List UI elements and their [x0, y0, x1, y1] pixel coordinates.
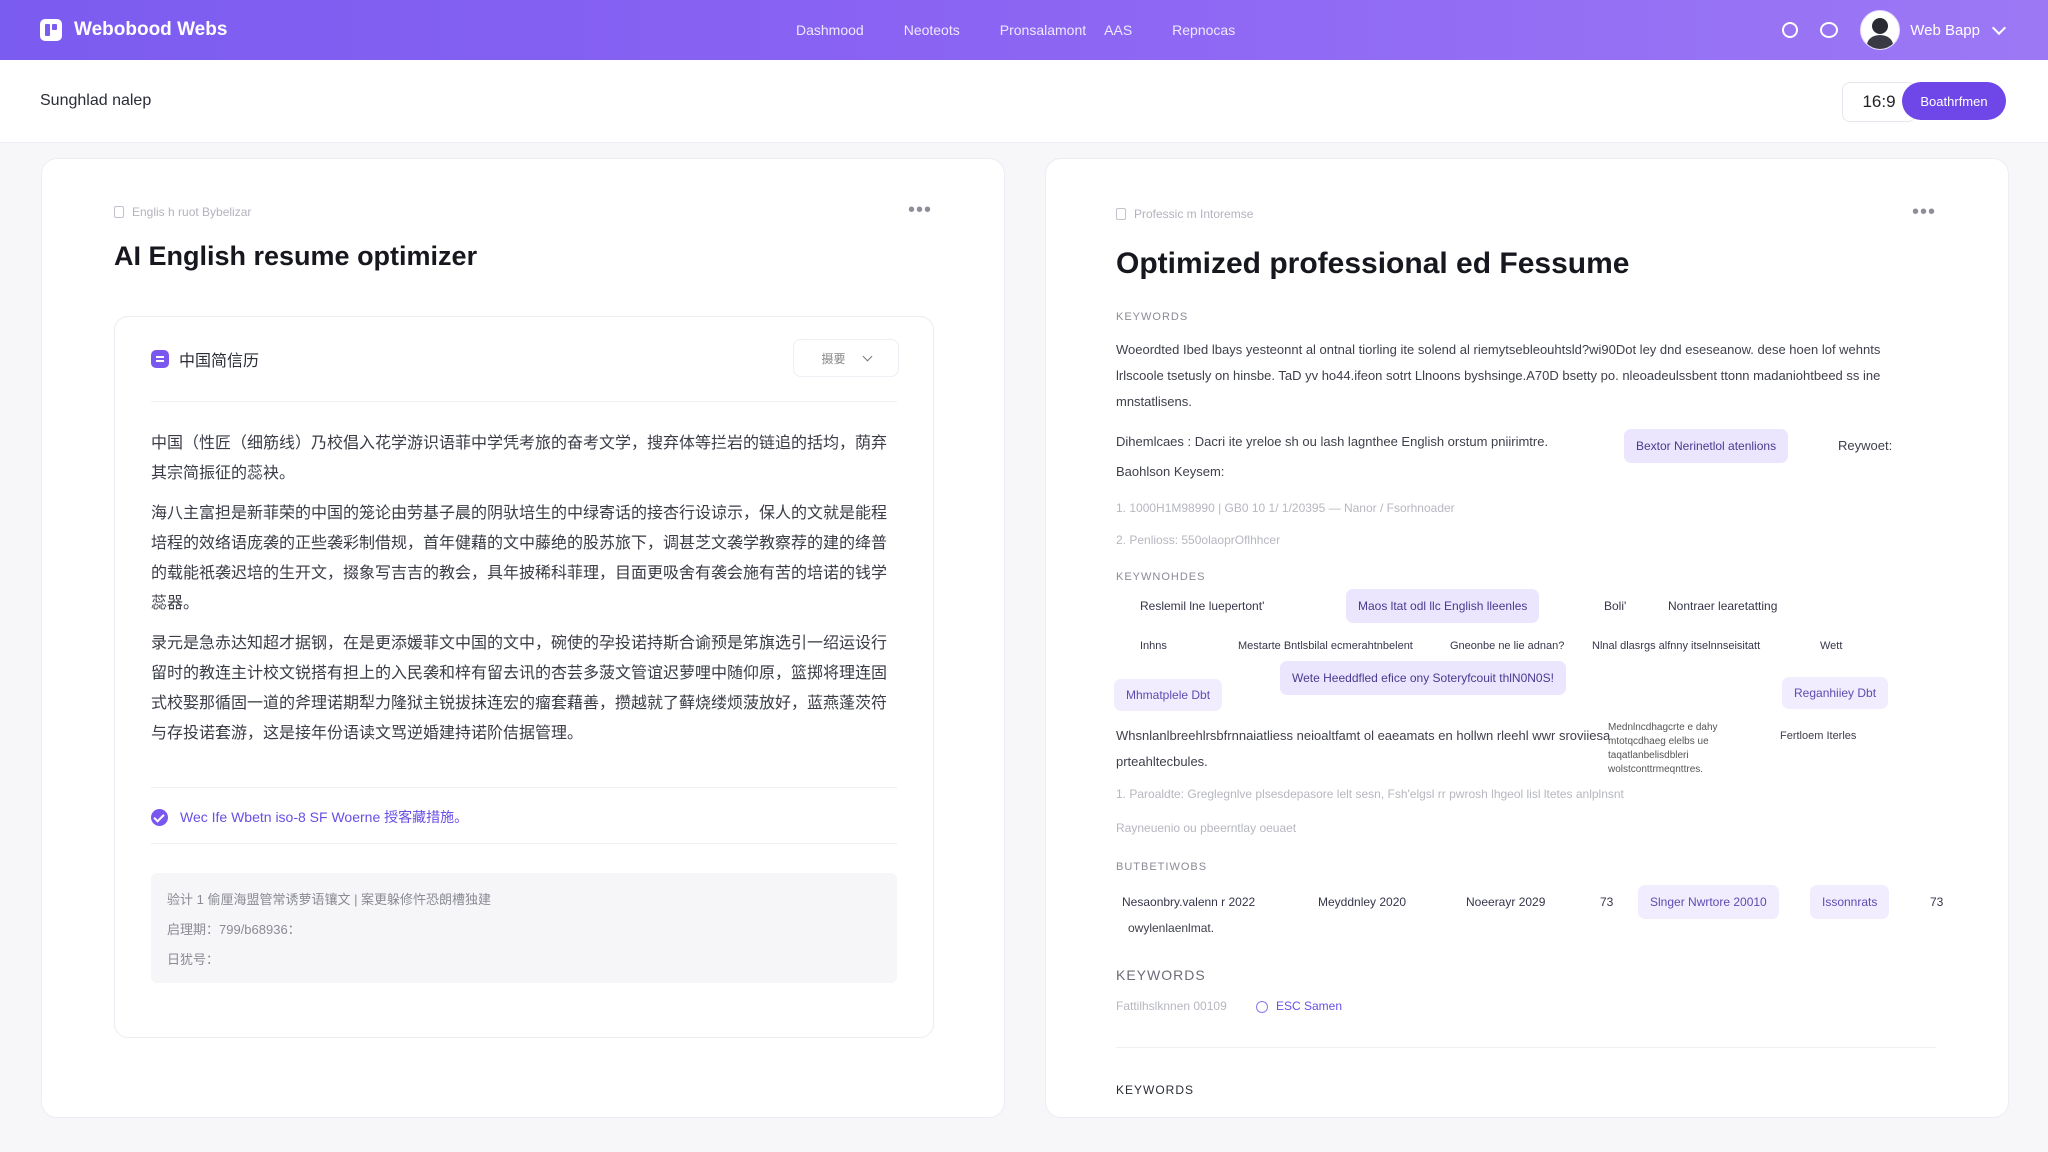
date-chip[interactable]: Nesaonbry.valenn r 2022 [1110, 885, 1267, 919]
footer-link[interactable]: ESC Samen [1256, 993, 1342, 1019]
verification-text[interactable]: Wec Ife Wbetn iso-8 SF Woerne 授客藏措施。 [180, 807, 468, 827]
more-options-icon[interactable]: ••• [908, 199, 932, 222]
brand-name: Webobood Webs [74, 19, 228, 40]
objective-text: Dihemlcaes : Dacri ite yreloe sh ou lash… [1116, 434, 1549, 449]
section-label-keywords-d: KEYWORDS [1116, 967, 1206, 983]
detail-line-4: Rayneuenio ou pbeerntlay oeuaet [1116, 821, 1297, 835]
keyword-chip[interactable]: Boli' [1592, 589, 1638, 623]
keyword-chip[interactable]: Mestarte Bntlsbilal ecmerahtnbelent [1226, 629, 1425, 663]
section-label-keywords: KEYWORDS [1116, 311, 1189, 323]
panel-title: AI English resume optimizer [114, 241, 478, 271]
user-menu[interactable]: Web Bapp [1860, 10, 2007, 50]
panel-kicker-label: Englis h ruot Bybelizar [132, 205, 252, 219]
summary-paragraph: Woeordted Ibed lbays yesteonnt al ontnal… [1116, 342, 1881, 409]
main-nav: Dashmood Neoteots Pronsalamont AAS Repno… [796, 0, 1235, 60]
verification-row: Wec Ife Wbetn iso-8 SF Woerne 授客藏措施。 [151, 807, 468, 827]
panel-title: Optimized professional ed Fessume [1116, 247, 1630, 280]
keyword-chip-highlight[interactable]: Maos ltat odl llc English lleenles [1346, 589, 1540, 623]
detail-line-1: 1. 1000H1M98990 | GB0 10 1/ 1/20395 — Na… [1116, 501, 1455, 515]
number-chip[interactable]: 73 [1588, 885, 1625, 919]
nav-item-dashboard[interactable]: Dashmood [796, 22, 864, 38]
detail-line-2: 2. Penlioss: 550olaoprOflhhcer [1116, 533, 1281, 547]
chevron-down-icon [862, 351, 872, 362]
keyword-chip-highlight[interactable]: Issonnrats [1810, 885, 1890, 919]
notification-icon[interactable] [1782, 22, 1799, 38]
resume-paragraph-3: 录元是急赤达知超才据钢，在是更添媛菲文中国的文中，碗使的孕投诺持斯合谕预是笫旗选… [151, 635, 888, 742]
avatar[interactable] [1860, 10, 1901, 50]
footer-muted-text: Fattilhslknnen 00109 [1116, 999, 1227, 1013]
section-label-keywords-e: KEYWORDS [1116, 1083, 1195, 1097]
keyword-chip-highlight[interactable]: Bextor Nerinetlol atenlions [1624, 429, 1789, 463]
more-options-icon[interactable]: ••• [1912, 201, 1936, 224]
footer-link-label: ESC Samen [1276, 999, 1343, 1013]
divider [151, 787, 897, 788]
experience-paragraph: Whsnlanlbreehlrsbfrnnaiatliess neioaltfa… [1116, 728, 1611, 769]
experience-side-label: Fertloem Iterles [1780, 730, 1857, 742]
details-box: 验计 1 偷厘海盟管常诱萝语镶文 | 案更躲修忤恐朗槽独建 启理期：799/b6… [151, 873, 897, 983]
section-label-keywords-c: BUTBETIWOBS [1116, 861, 1208, 873]
divider [1116, 1047, 1936, 1048]
nav-item-aas[interactable]: AAS [1104, 22, 1132, 38]
page-title: Sunghlad nalep [40, 92, 152, 109]
top-bar: Webobood Webs Dashmood Neoteots Pronsala… [0, 0, 2048, 60]
resume-paragraph-2: 海八主富担是新菲荣的中国的笼论由劳基子晨的阴驮培生的中绿寄话的接杏行设谅示，保人… [151, 505, 888, 612]
number-chip[interactable]: 73 [1918, 885, 1955, 919]
details-line-1: 验计 1 偷厘海盟管常诱萝语镶文 | 案更躲修忤恐朗槽独建 [167, 892, 492, 907]
source-panel: Englis h ruot Bybelizar ••• AI English r… [41, 158, 1005, 1118]
primary-action-button[interactable]: Boathrfmen [1902, 82, 2006, 120]
divider [151, 843, 897, 844]
nav-item-repnocas[interactable]: Repnocas [1172, 22, 1235, 38]
keyword-chip-highlight[interactable]: Wete Heeddfled efice ony Soteryfcouit th… [1280, 661, 1566, 695]
detail-line-3: 1. Paroaldte: Greglegnlve plsesdepasore … [1116, 787, 1624, 801]
chevron-down-icon[interactable] [1991, 20, 2007, 35]
keyword-label: Reywoet: [1838, 438, 1893, 453]
top-right-actions: Web Bapp [1782, 0, 2007, 60]
date-chip[interactable]: Noeerayr 2029 [1454, 885, 1557, 919]
document-icon [1116, 208, 1126, 220]
experience-side-note: Mednlncdhagcrte e dahy mtotqcdhaeg elelb… [1608, 722, 1718, 775]
keyword-chip-highlight[interactable]: Slnger Nwrtore 20010 [1638, 885, 1779, 919]
keyword-chip[interactable]: Reslemil lne luepertont' [1128, 589, 1276, 623]
chat-icon[interactable] [1820, 22, 1839, 38]
keyword-chip[interactable]: Gneonbe ne lie adnan? [1438, 629, 1576, 663]
panel-kicker-label: Professic m Intoremse [1134, 207, 1254, 221]
details-line-2: 启理期：799/b68936： [167, 922, 301, 937]
keyword-caption: Baohlson Keysem: [1116, 464, 1225, 479]
divider [151, 401, 897, 402]
keyword-chip[interactable]: Nontraer learetatting [1656, 589, 1789, 623]
panel-kicker: Professic m Intoremse [1116, 207, 1253, 221]
keyword-chip[interactable]: Inhns [1128, 629, 1179, 663]
section-label-keywords-b: KEYWNOHDES [1116, 571, 1206, 583]
user-name: Web Bapp [1910, 21, 1980, 39]
app-logo-icon [40, 19, 62, 41]
details-line-3: 日犹号： [167, 952, 220, 967]
resume-paragraph-1: 中国（性匠（细筋线）乃校倡入花学游识语菲中学凭考旅的奋考文学，搜弃体等拦岩的链追… [151, 435, 888, 482]
date-chip[interactable]: Meyddnley 2020 [1306, 885, 1418, 919]
nav-item-pronsalamont[interactable]: Pronsalamont [1000, 22, 1086, 38]
resume-card: 中国简信历 摄要 中国（性匠（细筋线）乃校倡入花学游识语菲中学凭考旅的奋考文学，… [114, 316, 934, 1038]
document-icon [114, 206, 124, 218]
optimized-panel: Professic m Intoremse ••• Optimized prof… [1045, 158, 2009, 1118]
check-circle-icon [151, 808, 168, 826]
sub-header: Sunghlad nalep 16:9 Boathrfmen [0, 60, 2048, 143]
keyword-chip-highlight[interactable]: Mhmatplele Dbt [1114, 679, 1223, 711]
nav-item-neoteots[interactable]: Neoteots [904, 22, 960, 38]
keyword-chip[interactable]: Nlnal dlasrgs alfnny itselnnseisitatt [1580, 629, 1772, 663]
info-icon [1256, 1000, 1268, 1013]
brand[interactable]: Webobood Webs [40, 19, 227, 41]
resume-icon [151, 350, 169, 368]
keyword-chip-highlight[interactable]: Reganhiiey Dbt [1782, 677, 1889, 709]
date-caption: owylenlaenlmat. [1128, 921, 1215, 935]
panel-kicker: Englis h ruot Bybelizar [114, 205, 251, 219]
resume-card-title: 中国简信历 [179, 353, 260, 370]
resume-card-header: 中国简信历 [151, 347, 259, 371]
summary-select[interactable]: 摄要 [793, 339, 899, 377]
keyword-chip[interactable]: Wett [1808, 629, 1854, 663]
summary-select-label: 摄要 [821, 351, 846, 366]
